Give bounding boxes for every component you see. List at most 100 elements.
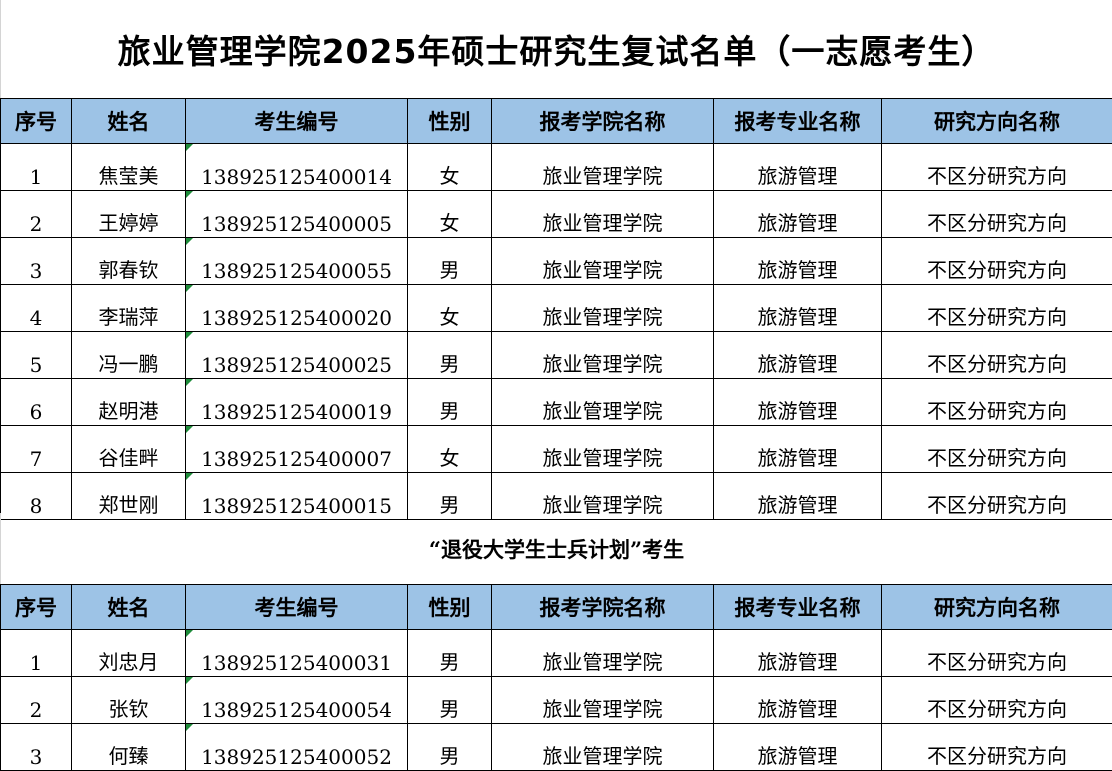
cell-major[interactable]: 旅游管理 xyxy=(714,630,882,677)
cell-candidate-id[interactable]: 138925125400007 xyxy=(186,426,408,473)
text-number-warning-marker xyxy=(186,285,193,292)
cell-candidate-id[interactable]: 138925125400031 xyxy=(186,630,408,677)
cell-candidate-id[interactable]: 138925125400055 xyxy=(186,238,408,285)
cell-candidate-id[interactable]: 138925125400052 xyxy=(186,724,408,771)
cell-college[interactable]: 旅业管理学院 xyxy=(492,191,714,238)
cell-name[interactable]: 何臻 xyxy=(72,724,186,771)
table-row: 1刘忠月138925125400031男旅业管理学院旅游管理不区分研究方向 xyxy=(1,630,1112,677)
cell-index[interactable]: 3 xyxy=(1,724,72,771)
cell-direction[interactable]: 不区分研究方向 xyxy=(882,426,1112,473)
col-header-gender[interactable]: 性别 xyxy=(408,585,492,630)
spreadsheet: 旅业管理学院2025年硕士研究生复试名单（一志愿考生） 序号 姓名 考生编号 性… xyxy=(0,0,1112,769)
table-row: 3郭春钦138925125400055男旅业管理学院旅游管理不区分研究方向 xyxy=(1,238,1112,285)
cell-candidate-id[interactable]: 138925125400005 xyxy=(186,191,408,238)
col-header-index[interactable]: 序号 xyxy=(1,585,72,630)
col-header-major[interactable]: 报考专业名称 xyxy=(714,585,882,630)
cell-direction[interactable]: 不区分研究方向 xyxy=(882,144,1112,191)
col-header-direction[interactable]: 研究方向名称 xyxy=(882,585,1112,630)
cell-college[interactable]: 旅业管理学院 xyxy=(492,426,714,473)
sheet-title: 旅业管理学院2025年硕士研究生复试名单（一志愿考生） xyxy=(0,0,1112,98)
cell-major[interactable]: 旅游管理 xyxy=(714,426,882,473)
cell-candidate-id[interactable]: 138925125400019 xyxy=(186,379,408,426)
table-row: 1焦莹美138925125400014女旅业管理学院旅游管理不区分研究方向 xyxy=(1,144,1112,191)
cell-major[interactable]: 旅游管理 xyxy=(714,285,882,332)
cell-college[interactable]: 旅业管理学院 xyxy=(492,379,714,426)
cell-name[interactable]: 王婷婷 xyxy=(72,191,186,238)
cell-index[interactable]: 5 xyxy=(1,332,72,379)
cell-candidate-id[interactable]: 138925125400014 xyxy=(186,144,408,191)
cell-direction[interactable]: 不区分研究方向 xyxy=(882,630,1112,677)
table-row: 5冯一鹏138925125400025男旅业管理学院旅游管理不区分研究方向 xyxy=(1,332,1112,379)
col-header-index[interactable]: 序号 xyxy=(1,99,72,144)
text-number-warning-marker xyxy=(186,677,193,684)
cell-name[interactable]: 李瑞萍 xyxy=(72,285,186,332)
text-number-warning-marker xyxy=(186,426,193,433)
cell-candidate-id[interactable]: 138925125400020 xyxy=(186,285,408,332)
cell-gender[interactable]: 男 xyxy=(408,677,492,724)
text-number-warning-marker xyxy=(186,473,193,480)
cell-direction[interactable]: 不区分研究方向 xyxy=(882,285,1112,332)
cell-direction[interactable]: 不区分研究方向 xyxy=(882,332,1112,379)
cell-direction[interactable]: 不区分研究方向 xyxy=(882,191,1112,238)
text-number-warning-marker xyxy=(186,238,193,245)
text-number-warning-marker xyxy=(186,630,193,637)
cell-candidate-id[interactable]: 138925125400054 xyxy=(186,677,408,724)
cell-direction[interactable]: 不区分研究方向 xyxy=(882,724,1112,771)
cell-index[interactable]: 1 xyxy=(1,144,72,191)
cell-gender[interactable]: 女 xyxy=(408,285,492,332)
table-row: 2张钦138925125400054男旅业管理学院旅游管理不区分研究方向 xyxy=(1,677,1112,724)
cell-index[interactable]: 1 xyxy=(1,630,72,677)
cell-major[interactable]: 旅游管理 xyxy=(714,144,882,191)
cell-candidate-id[interactable]: 138925125400025 xyxy=(186,332,408,379)
cell-college[interactable]: 旅业管理学院 xyxy=(492,677,714,724)
cell-college[interactable]: 旅业管理学院 xyxy=(492,724,714,771)
cell-direction[interactable]: 不区分研究方向 xyxy=(882,238,1112,285)
cell-name[interactable]: 焦莹美 xyxy=(72,144,186,191)
cell-major[interactable]: 旅游管理 xyxy=(714,238,882,285)
cell-gender[interactable]: 男 xyxy=(408,238,492,285)
table-row: 4李瑞萍138925125400020女旅业管理学院旅游管理不区分研究方向 xyxy=(1,285,1112,332)
cell-index[interactable]: 6 xyxy=(1,379,72,426)
col-header-candidate-id[interactable]: 考生编号 xyxy=(186,585,408,630)
col-header-college[interactable]: 报考学院名称 xyxy=(492,99,714,144)
cell-college[interactable]: 旅业管理学院 xyxy=(492,332,714,379)
cell-gender[interactable]: 女 xyxy=(408,144,492,191)
col-header-name[interactable]: 姓名 xyxy=(72,99,186,144)
cell-college[interactable]: 旅业管理学院 xyxy=(492,630,714,677)
cell-direction[interactable]: 不区分研究方向 xyxy=(882,379,1112,426)
cell-name[interactable]: 赵明港 xyxy=(72,379,186,426)
cell-major[interactable]: 旅游管理 xyxy=(714,379,882,426)
table-row: 3何臻138925125400052男旅业管理学院旅游管理不区分研究方向 xyxy=(1,724,1112,771)
cell-major[interactable]: 旅游管理 xyxy=(714,677,882,724)
table-row: 7谷佳畔138925125400007女旅业管理学院旅游管理不区分研究方向 xyxy=(1,426,1112,473)
cell-gender[interactable]: 女 xyxy=(408,426,492,473)
cell-major[interactable]: 旅游管理 xyxy=(714,191,882,238)
cell-name[interactable]: 刘忠月 xyxy=(72,630,186,677)
cell-gender[interactable]: 男 xyxy=(408,724,492,771)
cell-name[interactable]: 郭春钦 xyxy=(72,238,186,285)
cell-index[interactable]: 2 xyxy=(1,191,72,238)
cell-index[interactable]: 4 xyxy=(1,285,72,332)
cell-index[interactable]: 3 xyxy=(1,238,72,285)
cell-direction[interactable]: 不区分研究方向 xyxy=(882,677,1112,724)
cell-college[interactable]: 旅业管理学院 xyxy=(492,144,714,191)
cell-index[interactable]: 7 xyxy=(1,426,72,473)
cell-index[interactable]: 2 xyxy=(1,677,72,724)
cell-name[interactable]: 谷佳畔 xyxy=(72,426,186,473)
cell-name[interactable]: 冯一鹏 xyxy=(72,332,186,379)
cell-gender[interactable]: 女 xyxy=(408,191,492,238)
cell-college[interactable]: 旅业管理学院 xyxy=(492,238,714,285)
col-header-gender[interactable]: 性别 xyxy=(408,99,492,144)
cell-major[interactable]: 旅游管理 xyxy=(714,332,882,379)
col-header-college[interactable]: 报考学院名称 xyxy=(492,585,714,630)
cell-name[interactable]: 张钦 xyxy=(72,677,186,724)
col-header-direction[interactable]: 研究方向名称 xyxy=(882,99,1112,144)
cell-major[interactable]: 旅游管理 xyxy=(714,724,882,771)
col-header-name[interactable]: 姓名 xyxy=(72,585,186,630)
col-header-candidate-id[interactable]: 考生编号 xyxy=(186,99,408,144)
cell-college[interactable]: 旅业管理学院 xyxy=(492,285,714,332)
cell-gender[interactable]: 男 xyxy=(408,332,492,379)
cell-gender[interactable]: 男 xyxy=(408,379,492,426)
col-header-major[interactable]: 报考专业名称 xyxy=(714,99,882,144)
cell-gender[interactable]: 男 xyxy=(408,630,492,677)
